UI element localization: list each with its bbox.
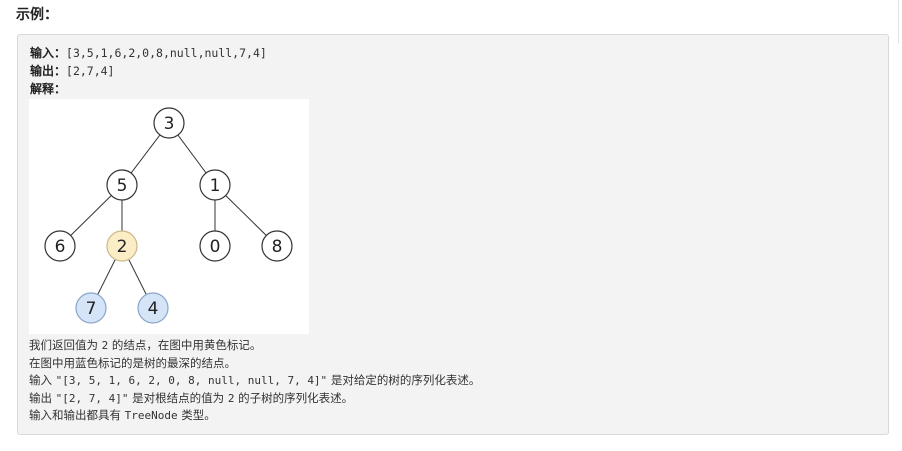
- tree-node-label: 0: [210, 237, 221, 257]
- input-value: [3,5,1,6,2,0,8,null,null,7,4]: [66, 46, 267, 60]
- tree-node-label: 3: [164, 114, 175, 134]
- binary-tree-svg: 3 5 1 6 2 0 8 7 4: [44, 107, 293, 324]
- input-line: 输入：[3,5,1,6,2,0,8,null,null,7,4]: [30, 45, 267, 61]
- explanation-block: 我们返回值为 2 的结点，在图中用黄色标记。 在图中用蓝色标记的是树的最深的结点…: [29, 337, 480, 425]
- tree-node-label: 6: [55, 237, 66, 257]
- explain-line: 解释：: [30, 81, 66, 97]
- explanation-line-3: 输入 "[3, 5, 1, 6, 2, 0, 8, null, null, 7,…: [29, 373, 481, 387]
- tree-node-label: 5: [117, 176, 128, 196]
- explanation-line-5: 输入和输出都具有 TreeNode 类型。: [29, 408, 216, 422]
- binary-tree-diagram: 3 5 1 6 2 0 8 7 4: [29, 99, 309, 334]
- explanation-line-4: 输出 "[2, 7, 4]" 是对根结点的值为 2 的子树的序列化表述。: [29, 390, 354, 405]
- explanation-line-1: 我们返回值为 2 的结点，在图中用黄色标记。: [29, 338, 262, 352]
- explanation-line-2: 在图中用蓝色标记的是树的最深的结点。: [29, 355, 236, 370]
- explain-label: 解释：: [30, 82, 67, 96]
- output-value: [2,7,4]: [66, 64, 115, 78]
- tree-node-label: 4: [148, 299, 159, 319]
- tree-node-label: 2: [117, 237, 128, 257]
- output-line: 输出：[2,7,4]: [30, 63, 114, 79]
- page-edge-divider: [898, 0, 902, 44]
- tree-node-label: 1: [210, 176, 221, 196]
- example-box: 输入：[3,5,1,6,2,0,8,null,null,7,4] 输出：[2,7…: [17, 34, 889, 435]
- tree-node-label: 7: [86, 299, 97, 319]
- tree-node-label: 8: [272, 237, 283, 257]
- input-label: 输入：: [30, 46, 67, 60]
- example-heading: 示例：: [16, 7, 58, 23]
- output-label: 输出：: [30, 64, 67, 78]
